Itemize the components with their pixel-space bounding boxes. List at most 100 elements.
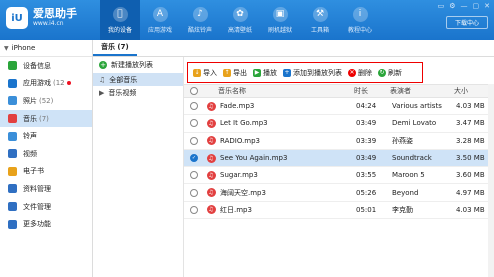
table-body: ♫ Fade.mp3 04:24 Various artists 4.03 MB ♫ Let… <box>184 98 494 220</box>
col-header-duration[interactable]: 时长 <box>354 86 390 96</box>
folder-icon <box>8 202 17 212</box>
col-header-artist[interactable]: 表演者 <box>390 86 454 96</box>
table-row[interactable]: ♫ 红日.mp3 05:01 李克勤 4.03 MB <box>184 202 494 220</box>
app-name: 爱思助手 <box>33 7 77 20</box>
tab-music[interactable]: 音乐 (7) <box>93 39 137 56</box>
chevron-down-icon: ▼ <box>4 44 9 52</box>
nav-item-6[interactable]: i 教程中心 <box>340 0 380 40</box>
sidebar-item[interactable]: 设备信息 <box>0 57 92 75</box>
table-row[interactable]: ♫ 海阔天空.mp3 05:26 Beyond 4.97 MB <box>184 184 494 202</box>
sidebar-item[interactable]: 应用游戏 (12 <box>0 75 92 93</box>
toolbar-button-3[interactable]: + 添加到播放列表 <box>283 68 342 78</box>
delete-icon: ✕ <box>348 68 356 77</box>
toolbar-button-1[interactable]: ↑ 导出 <box>223 68 247 78</box>
sidebar-item[interactable]: 文件管理 <box>0 198 92 216</box>
row-checkbox[interactable] <box>184 102 204 111</box>
nav-label: 教程中心 <box>347 26 372 34</box>
table-row[interactable]: ♫ Let It Go.mp3 03:49 Demi Lovato 3.47 MB <box>184 115 494 133</box>
add-playlist-icon: + <box>283 68 291 77</box>
plus-icon: + <box>99 61 107 69</box>
cell-size: 4.03 MB <box>456 102 485 111</box>
new-playlist-label: 新建播放列表 <box>111 61 153 69</box>
music-note-icon: ♫ <box>206 170 216 180</box>
playlist-item[interactable]: ♫ 全部音乐 <box>93 73 183 86</box>
music-note-icon: ♫ <box>206 188 216 198</box>
row-checkbox[interactable] <box>184 188 204 197</box>
checkbox-circle <box>190 205 198 214</box>
nav-item-2[interactable]: ♪ 酷炫铃声 <box>180 0 220 40</box>
toolbar-button-4[interactable]: ✕ 删除 <box>348 68 372 78</box>
table-row[interactable]: ♫ Fade.mp3 04:24 Various artists 4.03 MB <box>184 98 494 116</box>
music-note-icon: ♫ <box>206 205 216 215</box>
settings-icon[interactable]: ⚙ <box>449 2 455 10</box>
nav-item-5[interactable]: ⚒ 工具箱 <box>300 0 340 40</box>
row-icon-cell: ♫ <box>204 188 218 198</box>
toolbar-button-5[interactable]: ↻ 刷新 <box>378 68 402 78</box>
sidebar-item[interactable]: 电子书 <box>0 163 92 181</box>
cell-artist: Maroon 5 <box>392 171 425 180</box>
minimize-icon[interactable]: — <box>461 2 468 10</box>
cell-name: Fade.mp3 <box>220 102 255 111</box>
col-header-name[interactable]: 音乐名称 <box>218 86 354 96</box>
sidebar-item-label: 应用游戏 <box>23 79 51 88</box>
col-header-size[interactable]: 大小 <box>454 86 490 96</box>
nav-label: 酷炫铃声 <box>187 26 212 34</box>
checkbox-circle <box>190 119 198 128</box>
toolbar-button-2[interactable]: ▶ 播放 <box>253 68 277 78</box>
sidebar-item[interactable]: 更多功能 <box>0 215 92 233</box>
scrollbar[interactable] <box>488 84 494 277</box>
sidebar-item[interactable]: 资料管理 <box>0 180 92 198</box>
row-checkbox[interactable] <box>184 205 204 214</box>
close-icon[interactable]: ✕ <box>484 2 490 10</box>
checkbox-circle <box>190 102 198 111</box>
row-checkbox[interactable] <box>184 171 204 180</box>
music-note-icon: ♫ <box>206 153 216 163</box>
sidebar-item[interactable]: 视频 <box>0 145 92 163</box>
cell-duration: 03:39 <box>356 136 377 145</box>
sidebar-item[interactable]: 音乐 (7) <box>0 109 92 128</box>
sidebar-item-label: 电子书 <box>23 167 44 176</box>
import-icon: ↓ <box>193 68 201 77</box>
row-checkbox[interactable] <box>184 136 204 145</box>
sidebar-item-label: 文件管理 <box>23 202 51 211</box>
nav-item-4[interactable]: ▣ 刷机越狱 <box>260 0 300 40</box>
toolbar-button-0[interactable]: ↓ 导入 <box>193 68 217 78</box>
table-row[interactable]: ♫ RADIO.mp3 03:39 孙燕姿 3.28 MB <box>184 133 494 150</box>
playlist-item[interactable]: ▶ 音乐视频 <box>93 86 183 99</box>
nav-item-3[interactable]: ✿ 高清壁纸 <box>220 0 260 40</box>
device-header[interactable]: ▼ iPhone <box>0 40 92 57</box>
cell-name: Sugar.mp3 <box>220 171 258 180</box>
cell-artist: Soundtrack <box>392 154 432 163</box>
download-center-button[interactable]: 下载中心 <box>446 16 488 29</box>
checkbox-circle <box>190 136 198 145</box>
toolbar-button-label: 导出 <box>233 68 247 77</box>
row-checkbox[interactable]: ✓ <box>184 154 204 163</box>
row-checkbox[interactable] <box>184 119 204 128</box>
nav-item-1[interactable]: A 应用游戏 <box>140 0 180 40</box>
nav-item-0[interactable]:  我的设备 <box>100 0 140 40</box>
checkbox-circle <box>190 87 198 95</box>
music-toolbar: ↓ 导入 ↑ 导出 ▶ 播放 + 添加到播放列表 ✕ 删除 ↻ 刷新 <box>187 62 423 83</box>
sidebar-item-count: (7) <box>39 114 49 123</box>
toolbar-button-label: 删除 <box>358 68 372 77</box>
cell-duration: 05:01 <box>356 205 377 214</box>
apps-icon: A <box>152 6 168 22</box>
skin-icon[interactable]: ▭ <box>438 2 445 10</box>
maximize-icon[interactable]: ▢ <box>473 2 480 10</box>
sidebar-item[interactable]: 照片 (52) <box>0 92 92 110</box>
new-playlist-button[interactable]: + 新建播放列表 <box>93 57 183 73</box>
cell-size: 3.28 MB <box>456 136 485 145</box>
sidebar-item[interactable]: 铃声 <box>0 127 92 145</box>
table-row[interactable]: ♫ Sugar.mp3 03:55 Maroon 5 3.60 MB <box>184 167 494 185</box>
row-icon-cell: ♫ <box>204 205 218 215</box>
toolbox-icon: ⚒ <box>312 6 328 22</box>
cell-name: 海阔天空.mp3 <box>220 188 266 197</box>
nav-label: 工具箱 <box>310 26 329 34</box>
main-panel: 音乐 (7) + 新建播放列表 ♫ 全部音乐 ▶ 音乐视频 ↓ 导入 ↑ 导出 ▶ 播放 + 添加到… <box>93 40 494 277</box>
table-row[interactable]: ✓ ♫ See You Again.mp3 03:49 Soundtrack 3.50 M… <box>184 149 494 168</box>
apps-icon <box>8 78 17 88</box>
row-icon-cell: ♫ <box>204 136 218 146</box>
select-all-checkbox[interactable] <box>184 87 204 95</box>
music-content: ↓ 导入 ↑ 导出 ▶ 播放 + 添加到播放列表 ✕ 删除 ↻ 刷新 音乐名称 时长 表演者 大小 ♫… <box>184 57 494 277</box>
notification-dot <box>66 81 71 86</box>
